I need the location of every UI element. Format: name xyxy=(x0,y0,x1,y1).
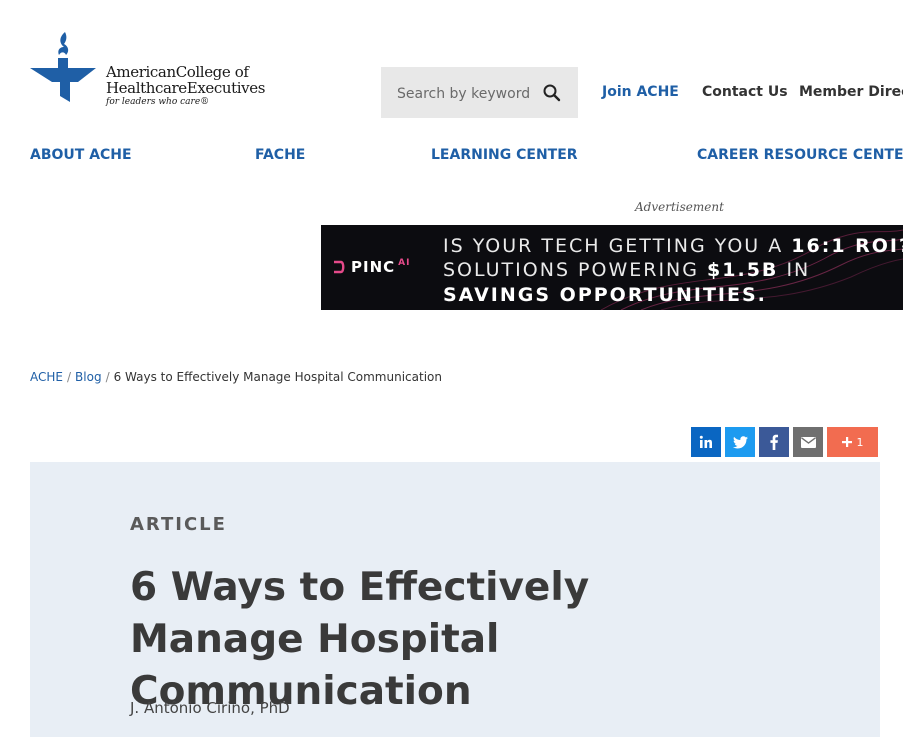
breadcrumb-blog-link[interactable]: Blog xyxy=(75,370,102,384)
ad-banner[interactable]: PINC AI IS YOUR TECH GETTING YOU A 16:1 R… xyxy=(321,225,903,310)
more-share-button[interactable]: 1 xyxy=(827,427,878,457)
share-count: 1 xyxy=(856,435,864,449)
ad-line-2-tail: IN xyxy=(778,259,811,281)
twitter-share-button[interactable] xyxy=(725,427,755,457)
ad-line-1: IS YOUR TECH GETTING YOU A 16:1 ROI? xyxy=(443,235,903,257)
linkedin-share-button[interactable] xyxy=(691,427,721,457)
article-kicker: ARTICLE xyxy=(130,514,227,535)
breadcrumb-home-link[interactable]: ACHE xyxy=(30,370,63,384)
logo-line-2: HealthcareExecutives xyxy=(106,79,265,97)
ad-line-1-text: IS YOUR TECH GETTING YOU A xyxy=(443,235,792,257)
ad-line-2-emphasis: $1.5B xyxy=(707,259,779,281)
nav-about-ache[interactable]: ABOUT ACHE xyxy=(30,147,132,163)
nav-learning-center[interactable]: LEARNING CENTER xyxy=(431,147,578,163)
pinc-mark-icon xyxy=(334,260,345,274)
logo-wordmark: AmericanCollege of HealthcareExecutives … xyxy=(106,64,265,108)
article-hero: ARTICLE 6 Ways to Effectively Manage Hos… xyxy=(30,462,880,737)
ache-logo[interactable]: AmericanCollege of HealthcareExecutives … xyxy=(30,30,265,115)
breadcrumb-separator: / xyxy=(66,370,72,384)
plus-icon xyxy=(841,437,852,447)
ad-line-1-emphasis: 16:1 ROI? xyxy=(791,235,903,257)
twitter-icon xyxy=(732,435,748,448)
nav-fache[interactable]: FACHE xyxy=(255,147,305,163)
ad-brand-name: PINC xyxy=(351,258,396,276)
article-author: J. Antônio Cirino, PhD xyxy=(130,699,290,717)
search-icon[interactable] xyxy=(541,82,563,104)
share-bar: 1 xyxy=(691,427,878,457)
email-icon xyxy=(800,436,816,448)
article-title: 6 Ways to Effectively Manage Hospital Co… xyxy=(130,565,590,714)
ad-line-2: SOLUTIONS POWERING $1.5B IN xyxy=(443,259,810,281)
torch-logo-icon xyxy=(30,32,96,102)
facebook-icon xyxy=(770,434,778,450)
nav-career-resource-center[interactable]: CAREER RESOURCE CENTER xyxy=(697,147,903,163)
logo-line-1: AmericanCollege of xyxy=(106,63,249,81)
facebook-share-button[interactable] xyxy=(759,427,789,457)
ad-line-2-text: SOLUTIONS POWERING xyxy=(443,259,708,281)
member-directory-link[interactable]: Member Directory xyxy=(799,84,903,100)
ad-line-3: SAVINGS OPPORTUNITIES. xyxy=(443,284,767,306)
email-share-button[interactable] xyxy=(793,427,823,457)
join-ache-link[interactable]: Join ACHE xyxy=(602,84,679,100)
linkedin-icon xyxy=(699,435,712,448)
ad-brand: PINC AI xyxy=(351,258,410,276)
logo-tagline: for leaders who care® xyxy=(106,97,210,107)
breadcrumb-current: 6 Ways to Effectively Manage Hospital Co… xyxy=(113,370,442,384)
advertisement-label: Advertisement xyxy=(635,200,724,214)
contact-us-link[interactable]: Contact Us xyxy=(702,84,788,100)
breadcrumb: ACHE / Blog/6 Ways to Effectively Manage H… xyxy=(30,370,442,384)
ad-brand-suffix: AI xyxy=(398,258,411,268)
search-box xyxy=(381,67,578,118)
breadcrumb-separator: / xyxy=(105,370,110,384)
search-input[interactable] xyxy=(395,82,539,106)
